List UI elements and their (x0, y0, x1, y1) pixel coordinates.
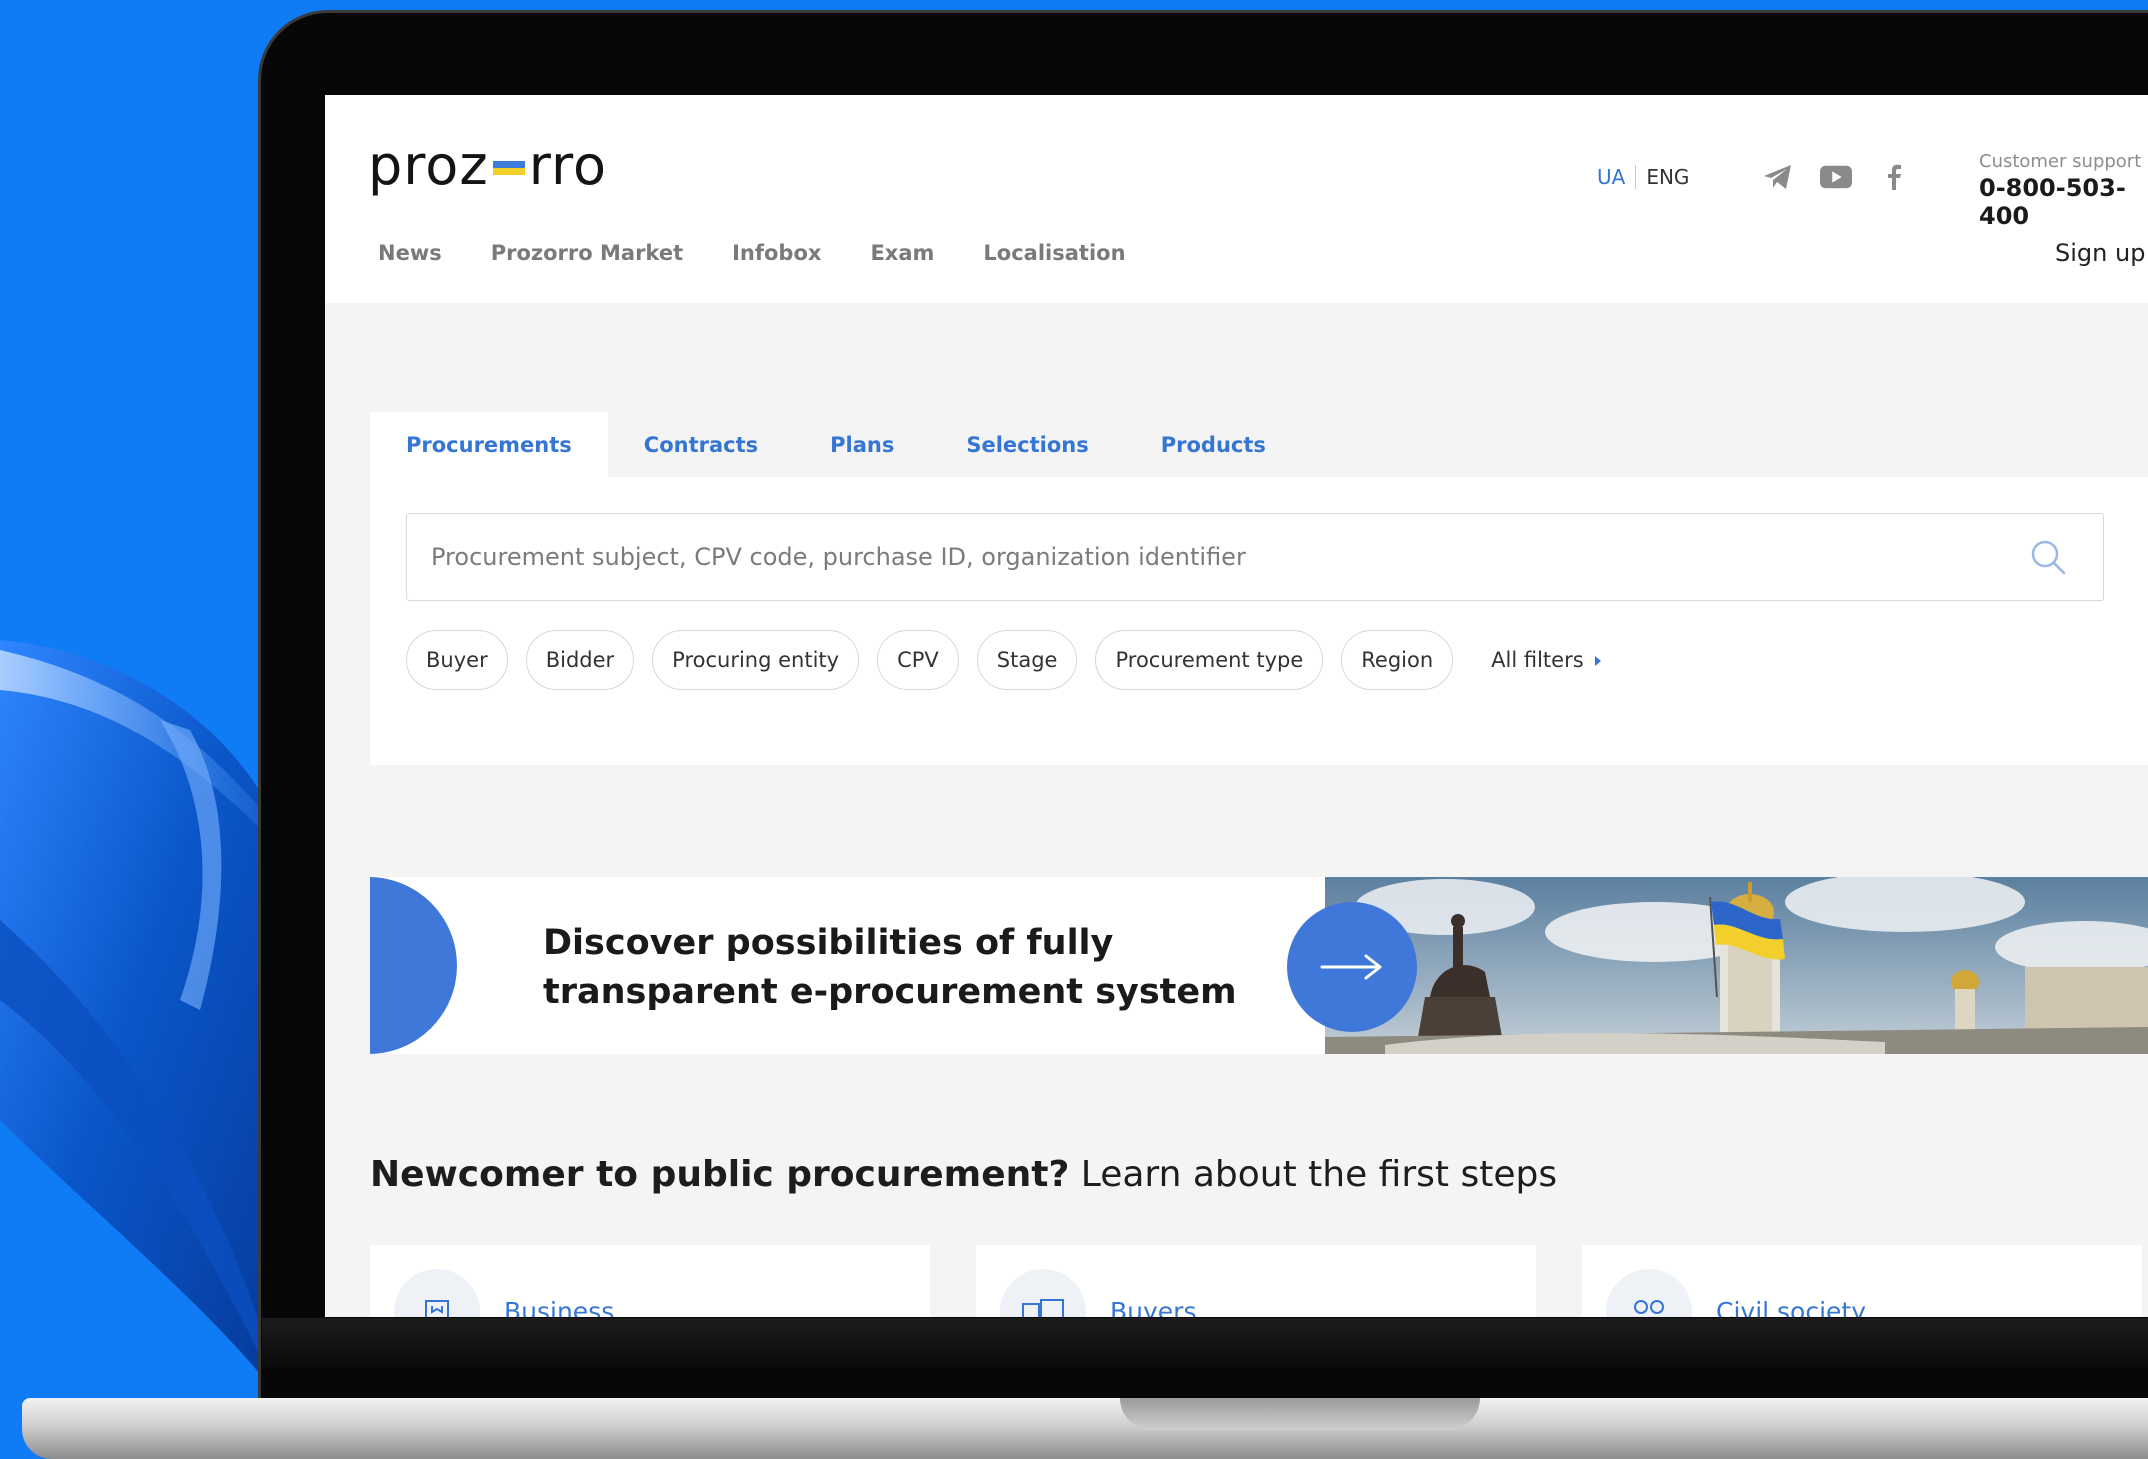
laptop-chin (262, 1318, 2148, 1368)
youtube-icon[interactable] (1820, 161, 1852, 193)
search-icon[interactable] (2029, 538, 2067, 580)
filter-cpv[interactable]: CPV (877, 630, 959, 690)
facebook-icon[interactable] (1878, 161, 1910, 193)
banner-line-2: transparent e-procurement system (543, 972, 1237, 1012)
filter-bidder[interactable]: Bidder (525, 630, 635, 690)
card-buyers[interactable]: Buyers (976, 1245, 1536, 1317)
nav-item-news[interactable]: News (378, 241, 442, 265)
filter-buyer[interactable]: Buyer (406, 630, 508, 690)
caret-right-icon (1594, 648, 1602, 672)
banner-arrow-button[interactable] (1287, 902, 1417, 1032)
business-icon (394, 1269, 480, 1317)
card-civil-society-label: Civil society (1716, 1297, 1867, 1317)
browser-screen: proz rro UA ENG Customer support 0-800-5… (325, 95, 2148, 1317)
language-ua[interactable]: UA (1597, 165, 1637, 189)
logo-text-left: proz (368, 133, 489, 197)
support-phone[interactable]: 0-800-503-400 (1979, 174, 2148, 230)
card-business-label: Business (504, 1297, 615, 1317)
nav-item-prozorro-market[interactable]: Prozorro Market (491, 241, 683, 265)
nav-item-localisation[interactable]: Localisation (983, 241, 1125, 265)
banner-headline: Discover possibilities of fully transpar… (543, 919, 1237, 1017)
sign-up-link[interactable]: Sign up (2055, 239, 2145, 267)
support-label: Customer support (1979, 151, 2142, 172)
filter-procurement-type[interactable]: Procurement type (1095, 630, 1324, 690)
tab-selections[interactable]: Selections (930, 412, 1124, 477)
buildings-icon (1000, 1269, 1086, 1317)
all-filters-label: All filters (1491, 648, 1584, 672)
social-links (1762, 161, 1910, 193)
promo-banner[interactable]: Discover possibilities of fully transpar… (370, 877, 2148, 1054)
telegram-icon[interactable] (1762, 161, 1794, 193)
main-nav: News Prozorro Market Infobox Exam Locali… (378, 241, 1126, 265)
all-filters-button[interactable]: All filters (1491, 648, 1602, 672)
tab-procurements[interactable]: Procurements (370, 412, 608, 477)
search-input[interactable] (431, 514, 2011, 599)
newcomer-heading-bold: Newcomer to public procurement? (370, 1154, 1070, 1195)
prozorro-logo[interactable]: proz rro (368, 133, 607, 197)
laptop-notch (1120, 1398, 1480, 1430)
nav-item-exam[interactable]: Exam (870, 241, 934, 265)
card-civil-society[interactable]: Civil society (1582, 1245, 2142, 1317)
filter-procuring-entity[interactable]: Procuring entity (652, 630, 860, 690)
card-business[interactable]: Business (370, 1245, 930, 1317)
banner-half-circle (370, 877, 457, 1054)
newcomer-heading: Newcomer to public procurement? Learn ab… (370, 1154, 1557, 1195)
site-header: proz rro UA ENG Customer support 0-800-5… (325, 95, 2148, 303)
kyiv-landmark-photo (1325, 877, 2148, 1054)
card-buyers-label: Buyers (1110, 1297, 1197, 1317)
customer-support: Customer support 0-800-503-400 (1979, 151, 2148, 230)
filter-chips: Buyer Bidder Procuring entity CPV Stage … (406, 630, 1602, 690)
language-switcher: UA ENG (1597, 165, 1689, 189)
logo-flag-icon (492, 161, 525, 175)
search-box (406, 513, 2104, 601)
audience-cards: Business Buyers Civil society (370, 1245, 2142, 1317)
laptop-base (22, 1398, 2148, 1459)
language-eng[interactable]: ENG (1636, 165, 1689, 189)
search-tabs: Procurements Contracts Plans Selections … (370, 412, 1302, 477)
tab-products[interactable]: Products (1125, 412, 1302, 477)
arrow-right-icon (1320, 954, 1382, 980)
nav-item-infobox[interactable]: Infobox (732, 241, 821, 265)
banner-line-1: Discover possibilities of fully (543, 923, 1114, 963)
search-card: Buyer Bidder Procuring entity CPV Stage … (370, 477, 2148, 765)
filter-stage[interactable]: Stage (976, 630, 1078, 690)
logo-text-right: rro (528, 133, 607, 197)
tab-plans[interactable]: Plans (794, 412, 930, 477)
people-icon (1606, 1269, 1692, 1317)
tab-contracts[interactable]: Contracts (608, 412, 794, 477)
filter-region[interactable]: Region (1341, 630, 1454, 690)
newcomer-heading-rest: Learn about the first steps (1069, 1154, 1558, 1195)
